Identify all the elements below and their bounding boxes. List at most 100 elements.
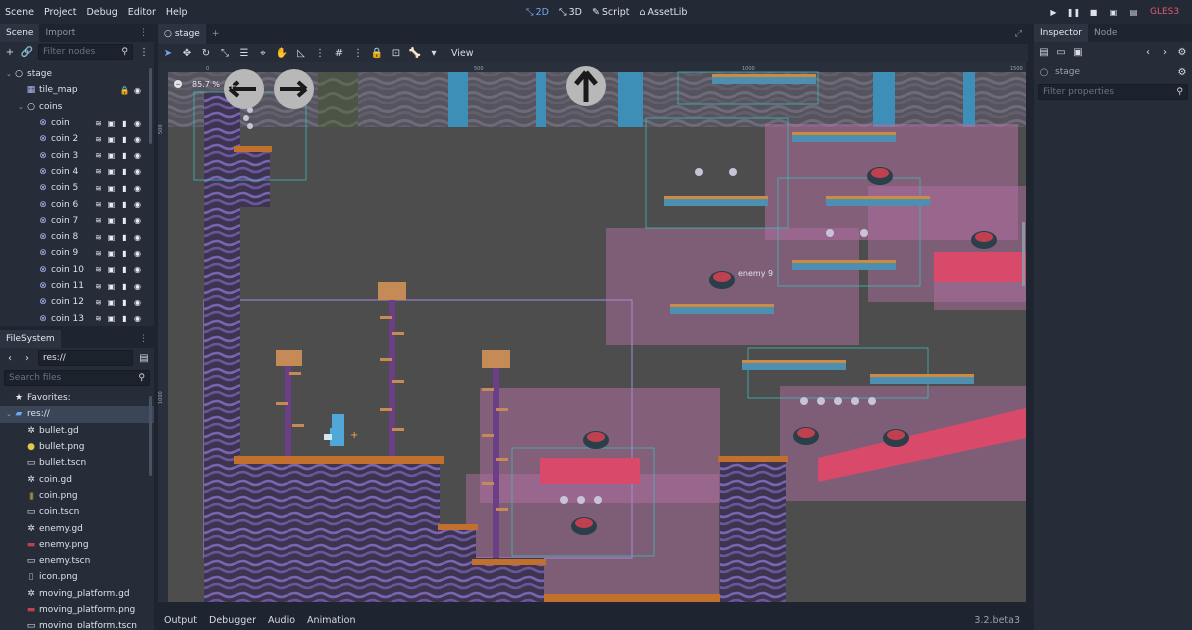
script-icon[interactable]: ▮ xyxy=(120,233,129,242)
mode-3d-button[interactable]: ⤡ 3D xyxy=(559,7,582,18)
script-attach-icon[interactable]: ⋮ xyxy=(138,46,150,58)
script-icon[interactable]: ▮ xyxy=(120,249,129,258)
snap-options-icon[interactable]: ⋮ xyxy=(352,47,364,59)
scale-mode-icon[interactable]: ⤡ xyxy=(219,47,231,59)
script-icon[interactable]: ▮ xyxy=(120,200,129,209)
stop-icon[interactable]: ■ xyxy=(1088,7,1099,18)
viewport-scrollbar[interactable] xyxy=(1022,222,1025,286)
view-menu[interactable]: View xyxy=(451,48,474,59)
signals-icon[interactable]: ≋ xyxy=(94,119,103,128)
moving-platform[interactable] xyxy=(712,74,816,84)
lock-icon[interactable]: 🔒 xyxy=(371,47,383,59)
back-icon[interactable]: ‹ xyxy=(4,352,16,364)
groups-icon[interactable]: ▣ xyxy=(107,200,116,209)
canvas-viewport[interactable]: 0 500 1000 1500 500 1000 + enemy 9 − 85.… xyxy=(158,62,1026,602)
file-item[interactable]: ▬ enemy.png xyxy=(0,537,154,553)
history-forward-icon[interactable]: › xyxy=(1159,46,1171,58)
groups-icon[interactable]: ▣ xyxy=(107,184,116,193)
visibility-icon[interactable]: ◉ xyxy=(133,167,142,176)
file-item[interactable]: ▯ icon.png xyxy=(0,569,154,585)
visibility-icon[interactable]: ◉ xyxy=(133,314,142,323)
groups-icon[interactable]: ▣ xyxy=(107,298,116,307)
scene-node-coin-9[interactable]: ⊗ coin 9 ≋ ▣ ▮ ◉ xyxy=(0,245,154,261)
menu-scene[interactable]: Scene xyxy=(0,7,39,18)
filter-properties-input[interactable]: Filter properties ⚲ xyxy=(1038,84,1188,100)
script-icon[interactable]: ▮ xyxy=(120,151,129,160)
bone-icon[interactable]: 🦴 xyxy=(409,47,421,59)
signals-icon[interactable]: ≋ xyxy=(94,184,103,193)
zoom-in-icon[interactable]: + xyxy=(228,81,236,92)
visibility-icon[interactable]: ◉ xyxy=(133,265,142,274)
script-icon[interactable]: ▮ xyxy=(120,167,129,176)
moving-platform[interactable] xyxy=(792,132,896,142)
lock-icon[interactable]: 🔒 xyxy=(120,86,130,95)
scene-node-coin-2[interactable]: ⊗ coin 2 ≋ ▣ ▮ ◉ xyxy=(0,131,154,147)
groups-icon[interactable]: ▣ xyxy=(107,119,116,128)
play-scene-icon[interactable]: ▣ xyxy=(1108,7,1119,18)
scene-tree-scrollbar[interactable] xyxy=(149,68,152,144)
file-item[interactable]: ▭ coin.tscn xyxy=(0,504,154,520)
instance-scene-icon[interactable]: 🔗 xyxy=(21,46,33,58)
list-select-icon[interactable]: ☰ xyxy=(238,47,250,59)
tab-animation[interactable]: Animation xyxy=(301,615,361,626)
new-resource-icon[interactable]: ▤ xyxy=(1038,46,1050,58)
tab-stage-scene[interactable]: ○ stage xyxy=(158,24,206,44)
visibility-icon[interactable]: ◉ xyxy=(133,151,142,160)
renderer-label[interactable]: GLES3 xyxy=(1150,7,1179,17)
visibility-icon[interactable]: ◉ xyxy=(133,249,142,258)
groups-icon[interactable]: ▣ xyxy=(107,135,116,144)
groups-icon[interactable]: ▣ xyxy=(107,314,116,323)
scene-node-stage[interactable]: ⌄ ○ stage xyxy=(0,66,154,82)
file-item[interactable]: ⌄ ▰ res:// xyxy=(0,406,154,423)
dock-menu-icon[interactable]: ⋮ xyxy=(133,24,154,42)
open-resource-icon[interactable]: ▭ xyxy=(1055,46,1067,58)
visibility-icon[interactable]: ◉ xyxy=(133,216,142,225)
menu-editor[interactable]: Editor xyxy=(123,7,161,18)
enemy-sprite[interactable] xyxy=(867,167,893,185)
moving-platform[interactable] xyxy=(742,360,846,370)
groups-icon[interactable]: ▣ xyxy=(107,167,116,176)
script-icon[interactable]: ▮ xyxy=(120,265,129,274)
tab-import[interactable]: Import xyxy=(39,24,81,42)
history-back-icon[interactable]: ‹ xyxy=(1142,46,1154,58)
level-canvas[interactable]: 0 500 1000 1500 500 1000 + enemy 9 − 85.… xyxy=(158,62,1026,602)
groups-icon[interactable]: ▣ xyxy=(107,282,116,291)
grid-snap-icon[interactable]: # xyxy=(333,47,345,59)
enemy-sprite[interactable] xyxy=(883,429,909,447)
scene-node-tile_map[interactable]: ▦ tile_map 🔒 ◉ xyxy=(0,82,154,98)
moving-platform[interactable] xyxy=(826,196,930,206)
tab-filesystem[interactable]: FileSystem xyxy=(0,330,61,348)
script-icon[interactable]: ▮ xyxy=(120,216,129,225)
file-item[interactable]: ▭ moving_platform.tscn xyxy=(0,618,154,628)
expand-arrow-icon[interactable]: ⌄ xyxy=(18,103,26,111)
file-item[interactable]: ★ Favorites: xyxy=(0,390,154,406)
rotate-mode-icon[interactable]: ↻ xyxy=(200,47,212,59)
add-scene-tab-icon[interactable]: + xyxy=(206,25,226,43)
split-view-icon[interactable]: ▤ xyxy=(138,352,150,364)
play-custom-scene-icon[interactable]: ▤ xyxy=(1128,7,1139,18)
script-icon[interactable]: ▮ xyxy=(120,119,129,128)
scene-node-coin-8[interactable]: ⊗ coin 8 ≋ ▣ ▮ ◉ xyxy=(0,229,154,245)
enemy-sprite[interactable] xyxy=(793,427,819,445)
groups-icon[interactable]: ▣ xyxy=(107,216,116,225)
path-field[interactable]: res:// xyxy=(38,350,133,366)
forward-icon[interactable]: › xyxy=(21,352,33,364)
save-resource-icon[interactable]: ▣ xyxy=(1072,46,1084,58)
enemy-sprite[interactable] xyxy=(571,517,597,535)
visibility-icon[interactable]: ◉ xyxy=(133,119,142,128)
visibility-icon[interactable]: ◉ xyxy=(133,135,142,144)
file-item[interactable]: ✲ moving_platform.gd xyxy=(0,586,154,602)
signals-icon[interactable]: ≋ xyxy=(94,233,103,242)
zoom-level[interactable]: 85.7 % xyxy=(192,80,220,89)
expand-arrow-icon[interactable]: ⌄ xyxy=(6,410,14,418)
visibility-icon[interactable]: ◉ xyxy=(133,200,142,209)
enemy-sprite[interactable] xyxy=(709,271,735,289)
file-item[interactable]: ✲ enemy.gd xyxy=(0,520,154,536)
script-icon[interactable]: ▮ xyxy=(120,135,129,144)
signals-icon[interactable]: ≋ xyxy=(94,265,103,274)
scene-node-coin-4[interactable]: ⊗ coin 4 ≋ ▣ ▮ ◉ xyxy=(0,164,154,180)
pause-icon[interactable]: ❚❚ xyxy=(1067,7,1080,18)
file-item[interactable]: ● bullet.png xyxy=(0,439,154,455)
scene-node-coin-10[interactable]: ⊗ coin 10 ≋ ▣ ▮ ◉ xyxy=(0,262,154,278)
group-icon[interactable]: ⊡ xyxy=(390,47,402,59)
